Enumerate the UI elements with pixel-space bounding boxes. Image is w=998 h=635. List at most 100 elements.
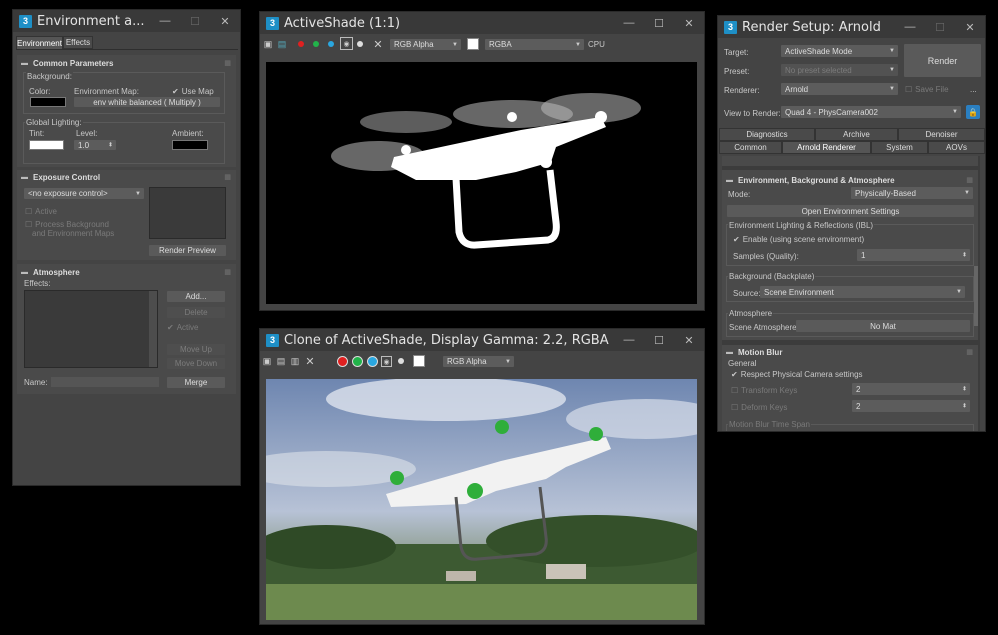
- copy-icon[interactable]: ▤: [276, 38, 288, 50]
- save-icon[interactable]: ▣: [262, 355, 272, 367]
- save-icon[interactable]: ▣: [263, 38, 273, 50]
- minimize-icon[interactable]: —: [614, 12, 644, 34]
- preset-dropdown[interactable]: No preset selected ▼: [781, 64, 898, 76]
- title-bar[interactable]: 3 Clone of ActiveShade, Display Gamma: 2…: [260, 329, 704, 351]
- spinner-icon[interactable]: ⬍: [962, 252, 967, 259]
- settings-scrollbar[interactable]: [974, 266, 978, 326]
- environment-map-button[interactable]: env white balanced ( Multiply ): [74, 97, 220, 107]
- respect-camera-checkbox[interactable]: ✔ Respect Physical Camera settings: [731, 370, 863, 379]
- maximize-icon[interactable]: ☐: [644, 12, 674, 34]
- blue-channel-icon[interactable]: [328, 41, 334, 47]
- minimize-icon[interactable]: —: [895, 16, 925, 38]
- tab-diagnostics[interactable]: Diagnostics: [719, 128, 815, 141]
- common-parameters-header[interactable]: ▬ Common Parameters ▦: [21, 57, 234, 69]
- source-dropdown[interactable]: Scene Environment ▼: [760, 286, 965, 298]
- title-bar[interactable]: 3 ActiveShade (1:1) — ☐ ✕: [260, 12, 704, 34]
- red-channel-icon[interactable]: [298, 41, 304, 47]
- samples-spinner[interactable]: 1 ⬍: [857, 249, 970, 261]
- motion-blur-header[interactable]: ▬ Motion Blur ▦: [726, 346, 976, 358]
- mode-dropdown[interactable]: Physically-Based ▼: [851, 187, 973, 199]
- copy-icon[interactable]: ▤: [276, 355, 286, 367]
- rendered-image-viewport[interactable]: [266, 379, 697, 620]
- spinner-icon[interactable]: ⬍: [962, 403, 967, 410]
- tab-archive[interactable]: Archive: [815, 128, 898, 141]
- lock-icon[interactable]: 🔒: [966, 105, 980, 119]
- drag-handle-icon[interactable]: ▦: [966, 176, 973, 184]
- level-spinner[interactable]: 1.0 ⬍: [74, 140, 116, 150]
- minimize-icon[interactable]: —: [614, 329, 644, 351]
- more-options-button[interactable]: ...: [970, 85, 977, 94]
- exposure-control-header[interactable]: ▬ Exposure Control ▦: [21, 171, 234, 183]
- close-icon[interactable]: ✕: [955, 16, 985, 38]
- drag-handle-icon[interactable]: ▦: [966, 348, 973, 356]
- color-swatch[interactable]: [413, 355, 425, 367]
- spinner-icon[interactable]: ⬍: [108, 142, 113, 149]
- atmosphere-active-checkbox[interactable]: ✔ Active: [167, 323, 199, 332]
- clear-icon[interactable]: ✕: [372, 38, 384, 51]
- tab-environment[interactable]: Environment: [16, 36, 63, 49]
- move-down-button[interactable]: Move Down: [167, 358, 225, 369]
- maximize-icon[interactable]: ☐: [644, 329, 674, 351]
- tab-system[interactable]: System: [871, 141, 928, 154]
- effects-list[interactable]: [24, 290, 158, 368]
- tab-common[interactable]: Common: [719, 141, 782, 154]
- process-background-checkbox[interactable]: ☐ Process Background and Environment Maps: [25, 220, 114, 238]
- tint-color-swatch[interactable]: [29, 140, 64, 150]
- drag-handle-icon[interactable]: ▦: [224, 268, 231, 276]
- effects-scrollbar[interactable]: [149, 291, 157, 367]
- scene-atmosphere-button[interactable]: No Mat: [796, 320, 970, 332]
- monochrome-icon[interactable]: [398, 358, 404, 364]
- render-preview-button[interactable]: Render Preview: [149, 245, 226, 256]
- green-channel-icon[interactable]: [313, 41, 319, 47]
- spinner-icon[interactable]: ⬍: [962, 386, 967, 393]
- renderer-dropdown[interactable]: Arnold ▼: [781, 83, 898, 95]
- deform-keys-checkbox[interactable]: ☐ Deform Keys: [731, 403, 787, 412]
- active-checkbox[interactable]: ☐ Active: [25, 207, 57, 216]
- close-icon[interactable]: ✕: [674, 329, 704, 351]
- target-dropdown[interactable]: ActiveShade Mode ▼: [781, 45, 898, 57]
- use-map-checkbox[interactable]: ✔ Use Map: [172, 87, 214, 96]
- save-file-checkbox[interactable]: ☐ Save File: [905, 85, 949, 94]
- drag-handle-icon[interactable]: ▦: [224, 59, 231, 67]
- close-icon[interactable]: ✕: [674, 12, 704, 34]
- print-icon[interactable]: ▥: [290, 355, 300, 367]
- blue-channel-icon[interactable]: [367, 356, 378, 367]
- channel-dropdown[interactable]: RGB Alpha ▼: [443, 356, 514, 367]
- channel-dropdown[interactable]: RGB Alpha ▼: [390, 39, 461, 50]
- tab-aovs[interactable]: AOVs: [928, 141, 985, 154]
- atmosphere-header[interactable]: ▬ Atmosphere ▦: [21, 266, 234, 278]
- name-field[interactable]: [51, 377, 159, 387]
- environment-rollout-header[interactable]: ▬ Environment, Background & Atmosphere ▦: [726, 174, 976, 186]
- clear-icon[interactable]: ✕: [304, 355, 316, 368]
- title-bar[interactable]: 3 Render Setup: Arnold — ☐ ✕: [718, 16, 985, 38]
- close-icon[interactable]: ✕: [210, 10, 240, 32]
- merge-button[interactable]: Merge: [167, 377, 225, 388]
- view-to-render-dropdown[interactable]: Quad 4 - PhysCamera002 ▼: [781, 106, 961, 118]
- ambient-color-swatch[interactable]: [172, 140, 208, 150]
- drag-handle-icon[interactable]: ▦: [224, 173, 231, 181]
- green-channel-icon[interactable]: [352, 356, 363, 367]
- display-mode-dropdown[interactable]: RGBA ▼: [485, 39, 584, 50]
- alpha-channel-icon[interactable]: ◉: [340, 37, 353, 50]
- tab-effects[interactable]: Effects: [63, 36, 93, 49]
- color-swatch[interactable]: [467, 38, 479, 50]
- move-up-button[interactable]: Move Up: [167, 344, 225, 355]
- tab-arnold-renderer[interactable]: Arnold Renderer: [782, 141, 871, 154]
- tab-denoiser[interactable]: Denoiser: [898, 128, 985, 141]
- enable-ibl-checkbox[interactable]: ✔ Enable (using scene environment): [733, 235, 864, 244]
- open-environment-settings-button[interactable]: Open Environment Settings: [727, 205, 974, 217]
- alpha-channel-icon[interactable]: ◉: [381, 356, 392, 367]
- render-button[interactable]: Render: [904, 44, 981, 77]
- transform-keys-spinner[interactable]: 2 ⬍: [852, 383, 970, 395]
- deform-keys-spinner[interactable]: 2 ⬍: [852, 400, 970, 412]
- delete-effect-button[interactable]: Delete: [167, 307, 225, 318]
- activeshade-viewport[interactable]: [266, 62, 697, 304]
- add-effect-button[interactable]: Add...: [167, 291, 225, 302]
- transform-keys-checkbox[interactable]: ☐ Transform Keys: [731, 386, 797, 395]
- red-channel-icon[interactable]: [337, 356, 348, 367]
- exposure-control-dropdown[interactable]: <no exposure control> ▼: [24, 188, 144, 199]
- background-color-swatch[interactable]: [30, 97, 66, 107]
- title-bar[interactable]: 3 Environment a... — ☐ ✕: [13, 10, 240, 32]
- minimize-icon[interactable]: —: [150, 10, 180, 32]
- monochrome-icon[interactable]: [357, 41, 363, 47]
